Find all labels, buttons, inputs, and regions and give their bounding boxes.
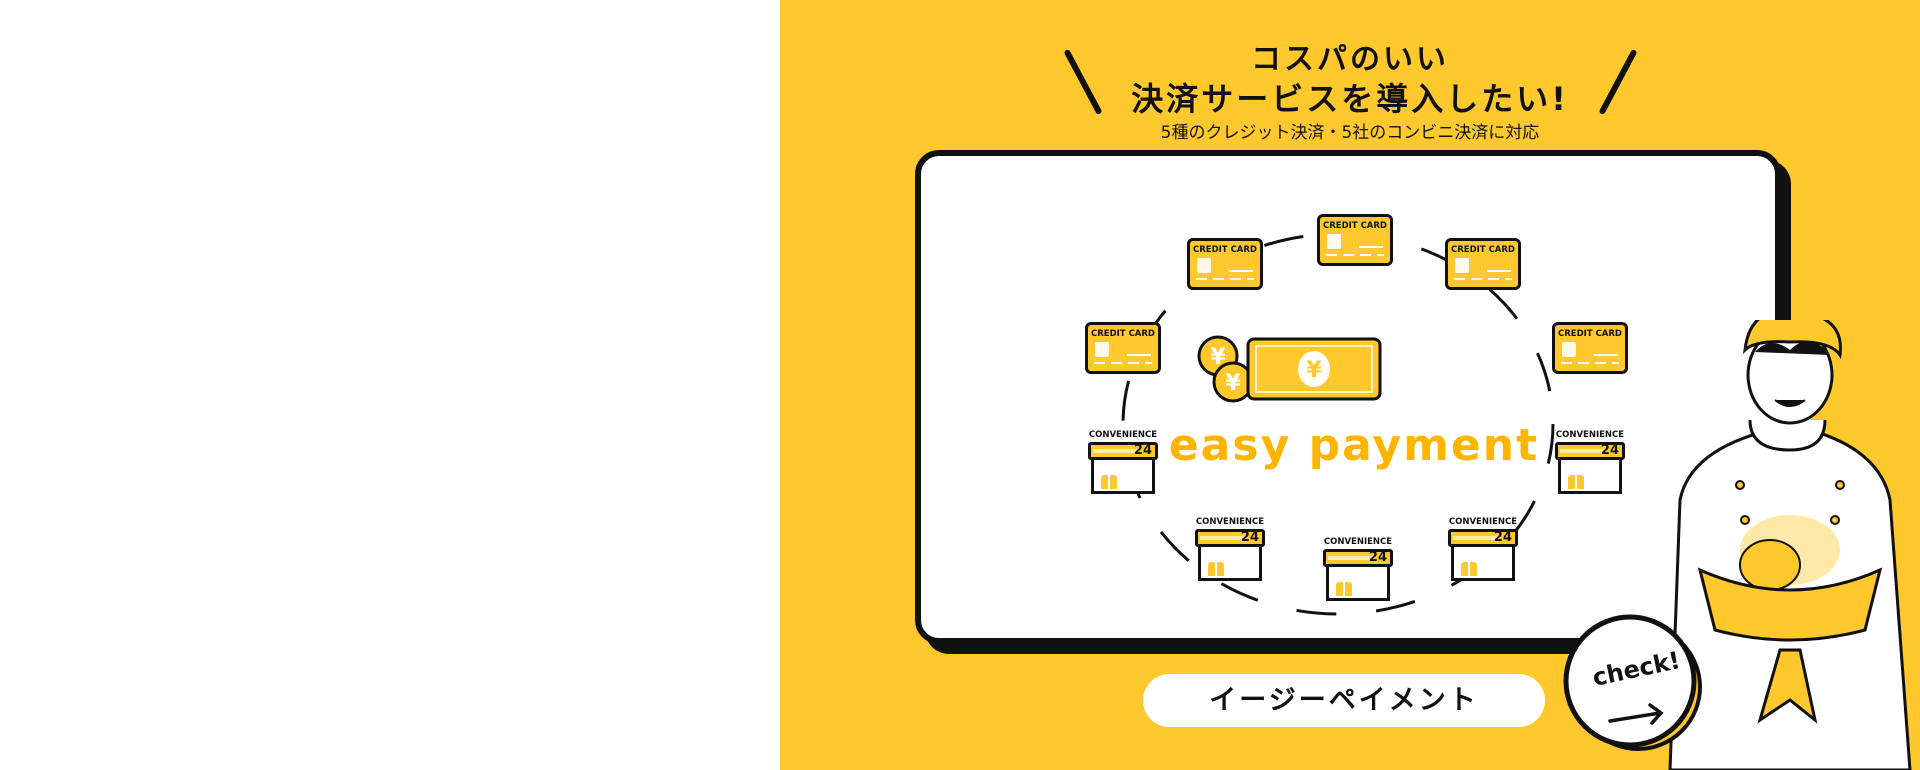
store-label: CONVENIENCE bbox=[1195, 517, 1265, 527]
credit-card-label: CREDIT CARD bbox=[1193, 245, 1257, 255]
store-sign: 24 bbox=[1323, 549, 1393, 567]
card-chip bbox=[1327, 234, 1341, 249]
credit-card-label: CREDIT CARD bbox=[1091, 329, 1155, 339]
store-sign: 24 bbox=[1448, 529, 1518, 547]
headline-line1: コスパのいい bbox=[1251, 42, 1449, 77]
credit-card-label: CREDIT CARD bbox=[1558, 329, 1622, 339]
yen-money-icon: ¥ ¥ ¥ bbox=[1197, 335, 1382, 403]
store-body bbox=[1198, 547, 1262, 581]
convenience-store-icon: CONVENIENCE 24 bbox=[1323, 537, 1393, 603]
convenience-store-icon: CONVENIENCE 24 bbox=[1195, 517, 1265, 583]
card-number-dashes bbox=[1454, 278, 1512, 280]
credit-card-icon: CREDIT CARD bbox=[1187, 238, 1263, 290]
easy-payment-button[interactable]: イージーペイメント bbox=[1143, 674, 1545, 727]
store-label: CONVENIENCE bbox=[1323, 537, 1393, 547]
credit-card-label: CREDIT CARD bbox=[1451, 245, 1515, 255]
card-line bbox=[1127, 354, 1151, 356]
store-sign: 24 bbox=[1195, 529, 1265, 547]
credit-card-icon: CREDIT CARD bbox=[1085, 322, 1161, 374]
credit-card-label: CREDIT CARD bbox=[1323, 221, 1387, 231]
card-line bbox=[1487, 270, 1511, 272]
easy-payment-banner[interactable]: コスパのいい 決済サービスを導入したい! 5種のクレジット決済・5社のコンビニ決… bbox=[780, 0, 1920, 770]
card-chip bbox=[1095, 342, 1109, 357]
headline-line2: 決済サービスを導入したい! bbox=[1131, 80, 1569, 118]
credit-card-icon: CREDIT CARD bbox=[1552, 322, 1628, 374]
card-line bbox=[1229, 270, 1253, 272]
store-body bbox=[1451, 547, 1515, 581]
card-number-dashes bbox=[1326, 254, 1384, 256]
store-number: 24 bbox=[1240, 530, 1259, 545]
card-number-dashes bbox=[1094, 362, 1152, 364]
headline-subtitle: 5種のクレジット決済・5社のコンビニ決済に対応 bbox=[1160, 123, 1540, 143]
check-button[interactable]: check! bbox=[1562, 613, 1702, 753]
card-chip bbox=[1197, 258, 1211, 273]
credit-card-icon: CREDIT CARD bbox=[1445, 238, 1521, 290]
blank-area bbox=[0, 0, 780, 770]
store-number: 24 bbox=[1493, 530, 1512, 545]
card-chip bbox=[1562, 342, 1576, 357]
card-line bbox=[1594, 354, 1618, 356]
svg-text:¥: ¥ bbox=[1225, 371, 1241, 396]
store-label: CONVENIENCE bbox=[1448, 517, 1518, 527]
card-chip bbox=[1455, 258, 1469, 273]
card-number-dashes bbox=[1196, 278, 1254, 280]
store-number: 24 bbox=[1368, 550, 1387, 565]
svg-text:¥: ¥ bbox=[1306, 358, 1322, 383]
card-line bbox=[1359, 246, 1383, 248]
credit-card-icon: CREDIT CARD bbox=[1317, 214, 1393, 266]
convenience-store-icon: CONVENIENCE 24 bbox=[1448, 517, 1518, 583]
card-number-dashes bbox=[1561, 362, 1619, 364]
store-body bbox=[1326, 567, 1390, 601]
